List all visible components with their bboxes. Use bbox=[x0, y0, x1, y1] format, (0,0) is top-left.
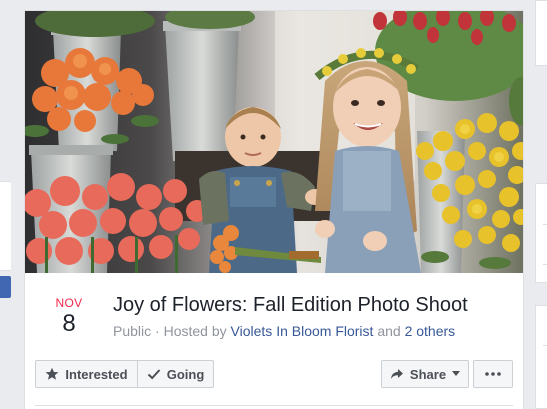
card-divider bbox=[35, 405, 513, 406]
interested-button[interactable]: Interested bbox=[35, 360, 138, 388]
star-icon bbox=[46, 367, 59, 380]
caret-down-icon bbox=[452, 371, 461, 376]
share-label: Share bbox=[409, 366, 447, 382]
left-column-card bbox=[0, 181, 11, 271]
host-link[interactable]: Violets In Bloom Florist bbox=[231, 323, 374, 339]
right-divider bbox=[543, 345, 547, 346]
right-column-card bbox=[535, 183, 547, 283]
more-options-button[interactable] bbox=[473, 360, 513, 388]
right-column-card bbox=[535, 305, 547, 409]
right-divider bbox=[543, 264, 547, 265]
right-column-card bbox=[535, 0, 547, 66]
event-meta: Public · Hosted by Violets In Bloom Flor… bbox=[113, 323, 455, 339]
interested-label: Interested bbox=[65, 366, 128, 382]
more-dots-icon bbox=[485, 372, 501, 376]
going-button[interactable]: Going bbox=[137, 360, 214, 388]
right-divider bbox=[543, 224, 547, 225]
event-title[interactable]: Joy of Flowers: Fall Edition Photo Shoot bbox=[113, 294, 468, 317]
check-icon bbox=[147, 369, 160, 380]
hosted-by-prefix: Hosted by bbox=[163, 323, 231, 339]
event-date: NOV 8 bbox=[45, 296, 93, 338]
share-arrow-icon bbox=[390, 369, 403, 379]
and-text: and bbox=[373, 323, 405, 339]
event-card: NOV 8 Joy of Flowers: Fall Edition Photo… bbox=[24, 10, 524, 409]
left-column-blue-button[interactable] bbox=[0, 276, 11, 298]
event-cover-photo[interactable] bbox=[25, 11, 523, 273]
meta-separator: · bbox=[151, 323, 164, 339]
going-label: Going bbox=[166, 366, 205, 382]
other-hosts-link[interactable]: 2 others bbox=[405, 323, 456, 339]
share-button[interactable]: Share bbox=[381, 360, 469, 388]
event-privacy: Public bbox=[113, 323, 152, 339]
event-date-month: NOV bbox=[55, 296, 83, 310]
event-date-day: 8 bbox=[62, 310, 76, 337]
